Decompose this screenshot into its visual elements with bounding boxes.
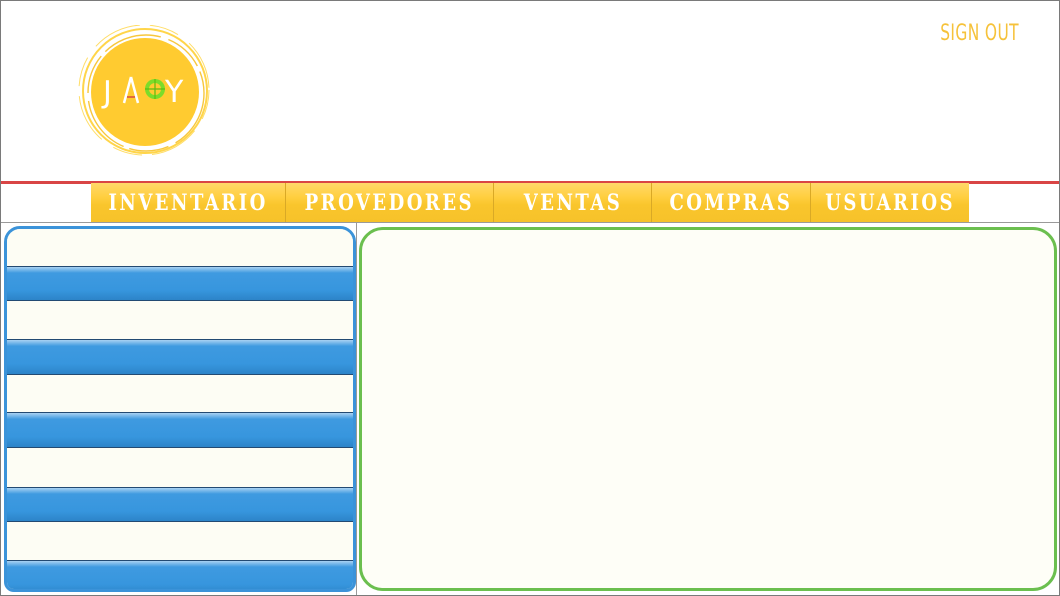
sidebar-item[interactable]	[7, 560, 353, 589]
nav-bottom-divider	[1, 222, 1059, 223]
svg-text:J: J	[101, 75, 112, 110]
nav-item-usuarios[interactable]: USUARIOS	[809, 183, 970, 223]
nav-item-label: COMPRAS	[669, 190, 793, 216]
sidebar-item[interactable]	[7, 229, 353, 266]
nav-item-compras[interactable]: COMPRAS	[651, 183, 810, 223]
sign-out-link[interactable]: SIGN OUT	[940, 21, 1019, 46]
sidebar-item[interactable]	[7, 412, 353, 448]
nav-item-label: USUARIOS	[824, 190, 955, 216]
sidebar-item[interactable]	[7, 375, 353, 412]
sidebar-item[interactable]	[7, 301, 353, 339]
svg-text:Y: Y	[164, 75, 184, 110]
logo[interactable]: J Y	[75, 24, 217, 159]
sidebar-item[interactable]	[7, 339, 353, 375]
header: J Y SIGN OUT	[1, 1, 1059, 181]
nav-item-label: PROVEDORES	[304, 190, 475, 216]
nav-item-provedores[interactable]: PROVEDORES	[285, 183, 493, 223]
main-content-panel	[359, 227, 1057, 591]
sun-logo-icon: J Y	[78, 24, 210, 156]
sidebar-item[interactable]	[7, 266, 353, 301]
nav-item-ventas[interactable]: VENTAS	[492, 183, 652, 223]
sidebar-menu	[4, 226, 356, 592]
sidebar-divider	[356, 223, 357, 595]
nav-item-label: VENTAS	[523, 190, 622, 216]
sidebar-item[interactable]	[7, 487, 353, 522]
app-window: J Y SIGN OUT INVENTARIO PROVEDORES VENTA…	[0, 0, 1060, 596]
nav-item-inventario[interactable]: INVENTARIO	[91, 183, 286, 223]
main-nav: INVENTARIO PROVEDORES VENTAS COMPRAS USU…	[91, 183, 970, 223]
nav-item-label: INVENTARIO	[108, 190, 268, 216]
sidebar-item[interactable]	[7, 448, 353, 487]
sidebar-item[interactable]	[7, 522, 353, 560]
